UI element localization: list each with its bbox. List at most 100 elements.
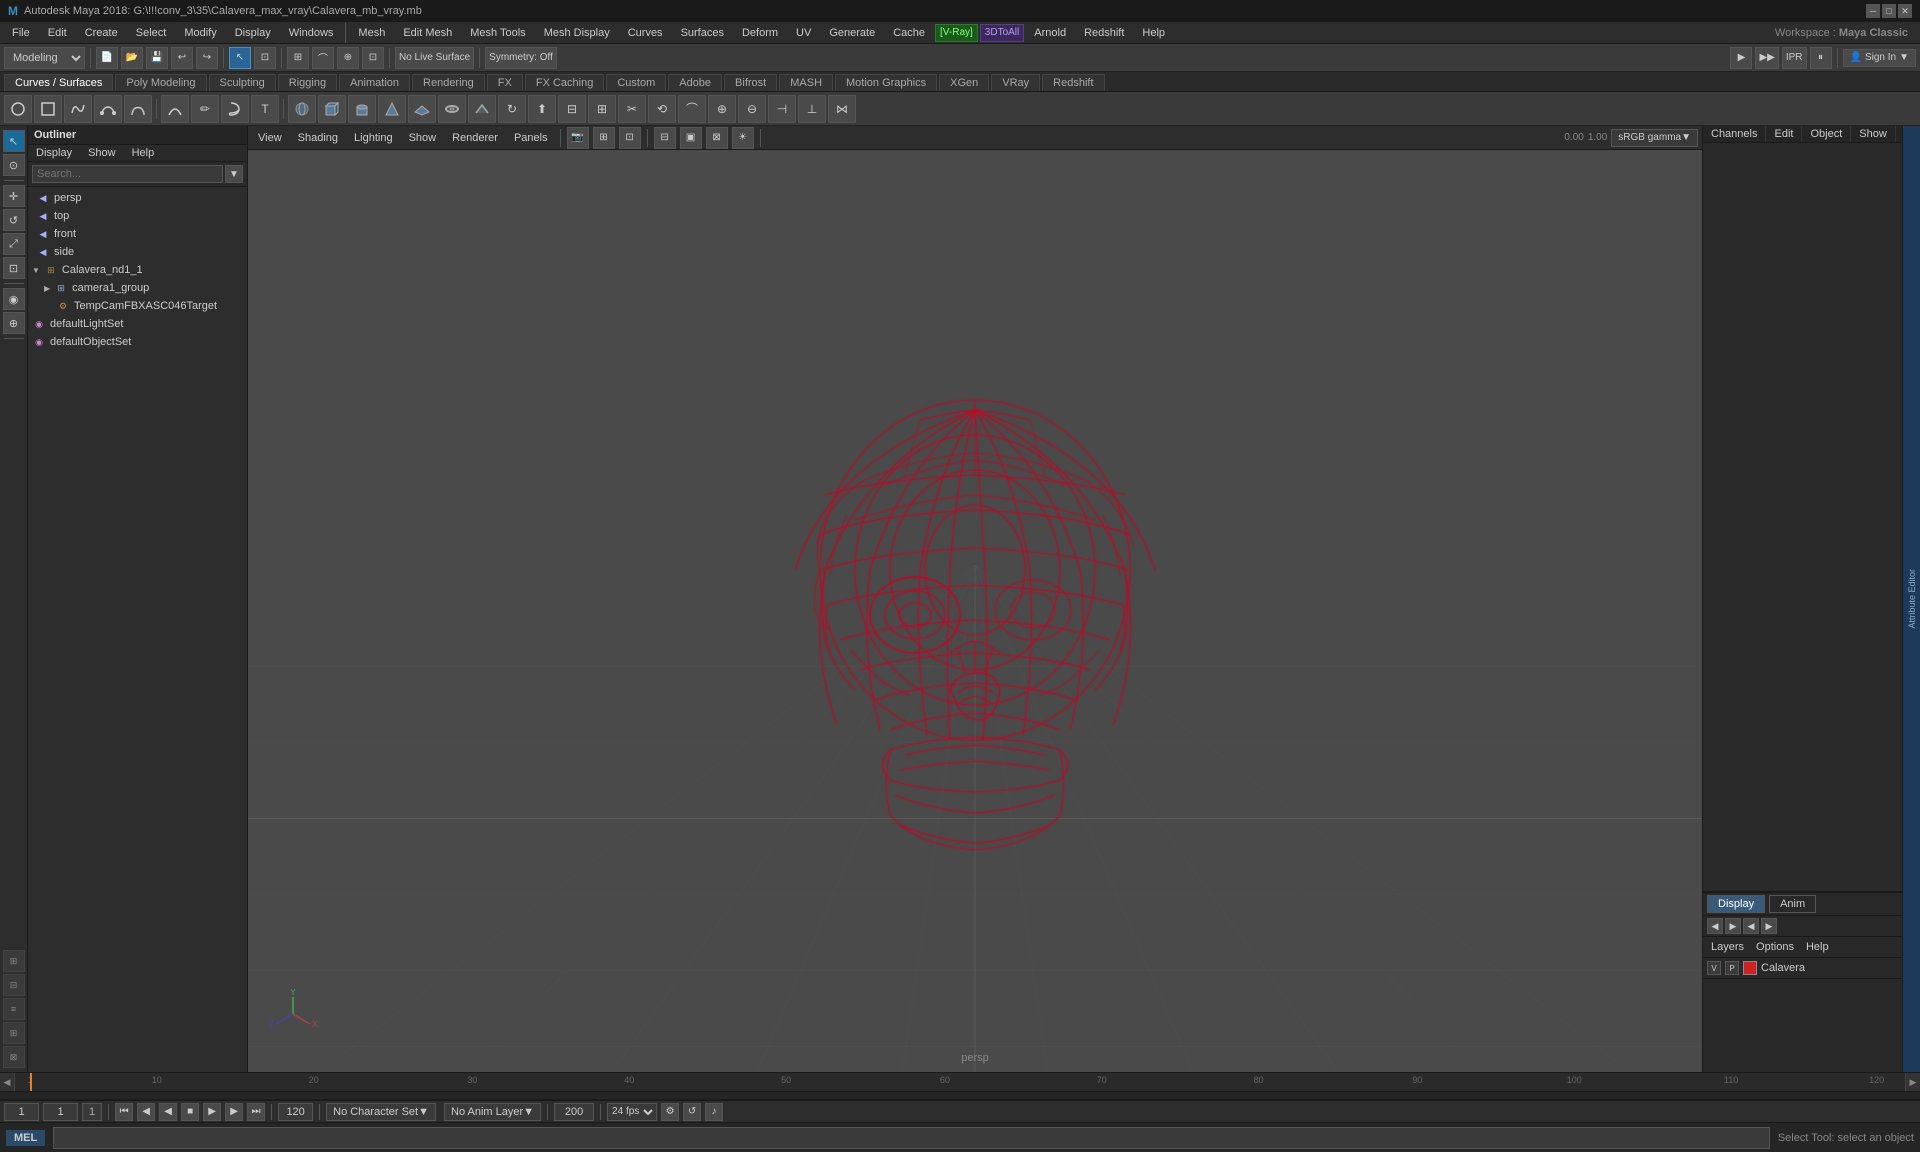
loop-button[interactable]: ↺ bbox=[683, 1103, 701, 1121]
shelf-tab-rigging[interactable]: Rigging bbox=[278, 74, 337, 91]
shelf-icon-fillet[interactable]: ⌒ bbox=[678, 95, 706, 123]
time-options-button[interactable]: ⚙ bbox=[661, 1103, 679, 1121]
menu-edit-mesh[interactable]: Edit Mesh bbox=[395, 25, 460, 41]
outliner-search-expand[interactable]: ▼ bbox=[225, 165, 243, 183]
menu-modify[interactable]: Modify bbox=[176, 25, 224, 41]
vp-menu-view[interactable]: View bbox=[252, 130, 288, 146]
menu-create[interactable]: Create bbox=[77, 25, 126, 41]
shelf-icon-cylinder[interactable] bbox=[348, 95, 376, 123]
layout-btn-1[interactable]: ⊞ bbox=[3, 950, 25, 972]
vp-wireframe-button[interactable]: ⊟ bbox=[654, 127, 676, 149]
shelf-icon-circle[interactable] bbox=[4, 95, 32, 123]
shelf-icon-detach[interactable]: ⊖ bbox=[738, 95, 766, 123]
snap-view-button[interactable]: ⊡ bbox=[362, 47, 384, 69]
scale-tool[interactable]: ⤢ bbox=[3, 233, 25, 255]
shelf-icon-plane[interactable] bbox=[408, 95, 436, 123]
shelf-tab-redshift[interactable]: Redshift bbox=[1042, 74, 1104, 91]
viewport-3d[interactable]: X Y Z persp bbox=[248, 150, 1702, 1072]
range-start-input[interactable] bbox=[4, 1103, 39, 1121]
outliner-display[interactable]: Display bbox=[28, 145, 80, 161]
shelf-tab-curves-surfaces[interactable]: Curves / Surfaces bbox=[4, 74, 113, 91]
layer-btn-3[interactable]: ◀ bbox=[1743, 918, 1759, 934]
shelf-tab-xgen[interactable]: XGen bbox=[939, 74, 989, 91]
shelf-icon-helix[interactable] bbox=[221, 95, 249, 123]
render-sequence-button[interactable]: ▶▶ bbox=[1755, 47, 1778, 69]
mel-label[interactable]: MEL bbox=[6, 1130, 45, 1146]
menu-surfaces[interactable]: Surfaces bbox=[673, 25, 732, 41]
no-character-set-dropdown[interactable]: No Character Set▼ bbox=[326, 1103, 436, 1121]
shelf-icon-attach[interactable]: ⊕ bbox=[708, 95, 736, 123]
shelf-icon-birail[interactable]: ⊟ bbox=[558, 95, 586, 123]
shelf-icon-untrim[interactable]: ⟲ bbox=[648, 95, 676, 123]
help-item[interactable]: Help bbox=[1802, 939, 1833, 955]
mode-dropdown[interactable]: Modeling Rigging Animation FX Rendering … bbox=[4, 47, 85, 69]
menu-edit[interactable]: Edit bbox=[40, 25, 75, 41]
channels-tab[interactable]: Channels bbox=[1703, 126, 1766, 142]
timeline-scroll-right[interactable]: ▶ bbox=[1905, 1073, 1920, 1091]
layer-item-calavera[interactable]: V P Calavera bbox=[1703, 958, 1902, 979]
shelf-tab-vray[interactable]: VRay bbox=[991, 74, 1040, 91]
vp-menu-show[interactable]: Show bbox=[403, 130, 443, 146]
layout-btn-4[interactable]: ⊞ bbox=[3, 1022, 25, 1044]
outliner-item-front[interactable]: ◀ front bbox=[28, 225, 247, 243]
rotate-tool[interactable]: ↺ bbox=[3, 209, 25, 231]
outliner-item-persp[interactable]: ◀ persp bbox=[28, 189, 247, 207]
layer-btn-2[interactable]: ▶ bbox=[1725, 918, 1741, 934]
shelf-tab-rendering[interactable]: Rendering bbox=[412, 74, 485, 91]
pause-button[interactable]: ⏸ bbox=[1810, 47, 1832, 69]
shelf-tab-motion-graphics[interactable]: Motion Graphics bbox=[835, 74, 937, 91]
timeline-track[interactable]: 1 10 20 30 40 50 60 70 80 90 100 110 120 bbox=[15, 1073, 1905, 1091]
timeline-playhead[interactable] bbox=[30, 1073, 32, 1091]
vp-menu-shading[interactable]: Shading bbox=[292, 130, 344, 146]
step-forward-button[interactable]: ▶ bbox=[225, 1103, 243, 1121]
menu-help[interactable]: Help bbox=[1134, 25, 1173, 41]
shelf-tab-custom[interactable]: Custom bbox=[606, 74, 666, 91]
menu-deform[interactable]: Deform bbox=[734, 25, 786, 41]
universal-manip-tool[interactable]: ⊡ bbox=[3, 257, 25, 279]
symmetry-button[interactable]: Symmetry: Off bbox=[485, 47, 557, 69]
move-tool[interactable]: ✛ bbox=[3, 185, 25, 207]
menu-windows[interactable]: Windows bbox=[281, 25, 342, 41]
select-tool-button[interactable]: ↖ bbox=[229, 47, 251, 69]
layer-btn-1[interactable]: ◀ bbox=[1707, 918, 1723, 934]
snap-grid-button[interactable]: ⊞ bbox=[287, 47, 309, 69]
menu-mesh-tools[interactable]: Mesh Tools bbox=[462, 25, 533, 41]
select-tool[interactable]: ↖ bbox=[3, 130, 25, 152]
shelf-tab-mash[interactable]: MASH bbox=[779, 74, 833, 91]
shelf-tab-fx[interactable]: FX bbox=[487, 74, 523, 91]
layout-btn-5[interactable]: ⊠ bbox=[3, 1046, 25, 1068]
new-scene-button[interactable]: 📄 bbox=[96, 47, 118, 69]
shelf-icon-loft[interactable] bbox=[468, 95, 496, 123]
layout-btn-2[interactable]: ⊟ bbox=[3, 974, 25, 996]
outliner-item-side[interactable]: ◀ side bbox=[28, 243, 247, 261]
shelf-icon-ep-curve[interactable] bbox=[94, 95, 122, 123]
stop-button[interactable]: ■ bbox=[181, 1103, 199, 1121]
undo-button[interactable]: ↩ bbox=[171, 47, 193, 69]
vp-menu-renderer[interactable]: Renderer bbox=[446, 130, 504, 146]
menu-mesh[interactable]: Mesh bbox=[350, 25, 393, 41]
layout-btn-3[interactable]: ≡ bbox=[3, 998, 25, 1020]
no-live-surface-button[interactable]: No Live Surface bbox=[395, 47, 474, 69]
gamma-selector[interactable]: sRGB gamma▼ bbox=[1611, 129, 1698, 147]
timeline-scroll-left[interactable]: ◀ bbox=[0, 1073, 15, 1091]
menu-curves[interactable]: Curves bbox=[620, 25, 671, 41]
vp-persp-button[interactable]: ⊡ bbox=[619, 127, 641, 149]
outliner-item-camera-group[interactable]: ▶ ⊞ camera1_group bbox=[28, 279, 247, 297]
go-to-start-button[interactable]: ⏮ bbox=[115, 1103, 133, 1121]
vp-camera-button[interactable]: 📷 bbox=[567, 127, 589, 149]
snap-point-button[interactable]: ⊕ bbox=[337, 47, 359, 69]
step-back-button[interactable]: ◀ bbox=[137, 1103, 155, 1121]
mel-input[interactable] bbox=[53, 1127, 1770, 1149]
shelf-icon-pencil[interactable]: ✏ bbox=[191, 95, 219, 123]
shelf-icon-extrude[interactable]: ⬆ bbox=[528, 95, 556, 123]
minimize-button[interactable]: ─ bbox=[1866, 4, 1880, 18]
play-back-button[interactable]: ◀ bbox=[159, 1103, 177, 1121]
go-to-end-button[interactable]: ⏭ bbox=[247, 1103, 265, 1121]
shelf-tab-fx-caching[interactable]: FX Caching bbox=[525, 74, 604, 91]
vp-lighting-button[interactable]: ☀ bbox=[732, 127, 754, 149]
object-tab[interactable]: Object bbox=[1802, 126, 1851, 142]
close-button[interactable]: ✕ bbox=[1898, 4, 1912, 18]
vray-tag[interactable]: [V-Ray] bbox=[935, 24, 978, 42]
vp-menu-panels[interactable]: Panels bbox=[508, 130, 554, 146]
range-bar[interactable] bbox=[0, 1092, 1920, 1100]
